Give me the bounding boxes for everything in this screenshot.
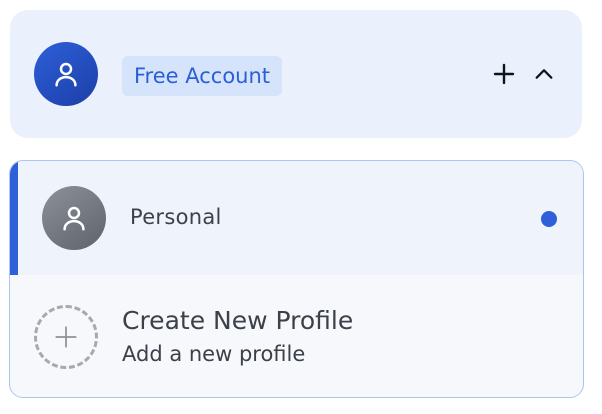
chevron-up-icon — [535, 69, 553, 79]
profile-avatar — [42, 186, 106, 250]
user-icon — [55, 62, 77, 87]
active-status-dot — [541, 211, 557, 227]
account-type-badge: Free Account — [122, 56, 283, 96]
profile-item-personal[interactable]: Personal — [10, 161, 583, 275]
account-header: Free Account — [10, 10, 582, 138]
active-indicator-bar — [10, 161, 18, 275]
create-profile-circle — [34, 305, 98, 369]
profile-dropdown: Personal Create New Profile Add a new pr… — [9, 160, 584, 398]
create-profile-item[interactable]: Create New Profile Add a new profile — [10, 275, 583, 397]
account-avatar[interactable] — [34, 42, 98, 106]
create-profile-title: Create New Profile — [122, 306, 354, 335]
create-profile-subtitle: Add a new profile — [122, 342, 306, 366]
collapse-button[interactable] — [528, 58, 560, 90]
add-profile-button[interactable] — [488, 58, 520, 90]
profile-name: Personal — [130, 205, 222, 229]
user-icon — [63, 206, 85, 231]
plus-icon — [55, 326, 77, 348]
plus-icon — [493, 63, 515, 85]
